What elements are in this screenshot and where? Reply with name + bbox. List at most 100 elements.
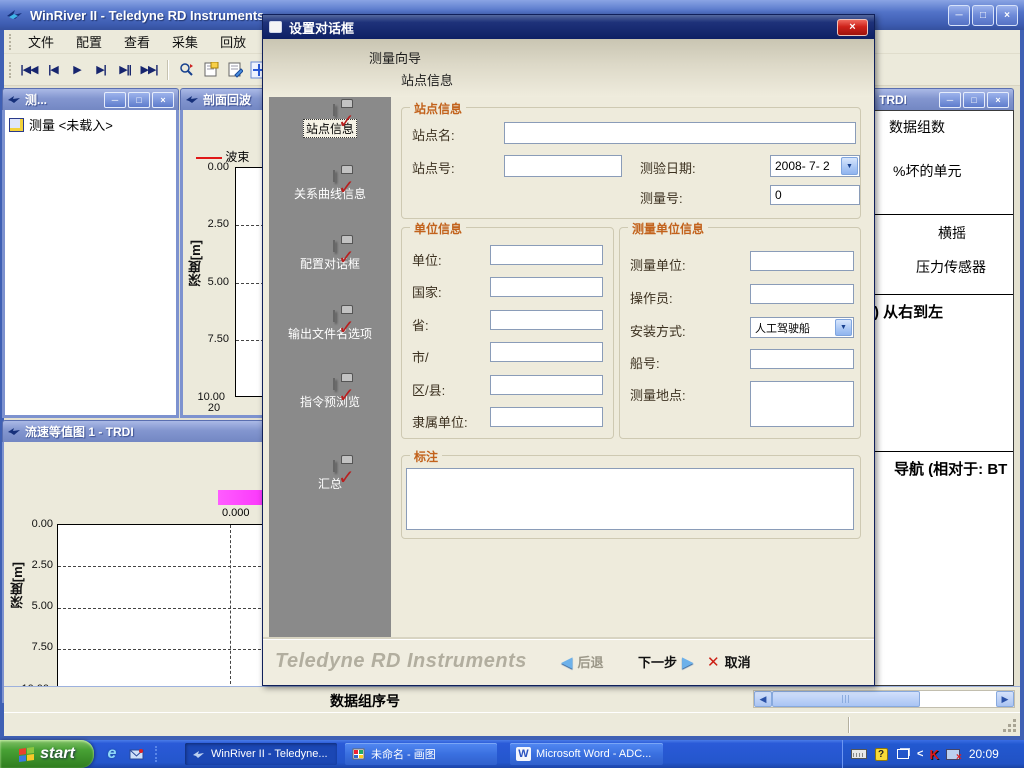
menu-playback[interactable]: 回放 <box>209 30 257 53</box>
survey-date-label: 测验日期: <box>640 158 696 177</box>
menu-file[interactable]: 文件 <box>17 30 65 53</box>
winriver-app-icon <box>6 8 24 22</box>
start-button[interactable]: start <box>0 740 94 768</box>
dialog-titlebar[interactable]: 设置对话框 × <box>263 15 874 39</box>
site-number-input[interactable] <box>504 155 622 177</box>
group-title: 测量单位信息 <box>628 220 708 237</box>
winriver-icon <box>191 747 206 761</box>
email-quicklaunch-icon[interactable] <box>126 744 146 764</box>
clock: 20:09 <box>969 747 999 761</box>
step-back-button[interactable]: |◀ <box>41 58 65 82</box>
kaspersky-icon[interactable]: K <box>929 747 938 762</box>
province-input[interactable] <box>490 310 603 330</box>
city-input[interactable] <box>490 342 603 362</box>
play-to-end-button[interactable]: ▶|| <box>113 58 137 82</box>
affiliation-input[interactable] <box>490 407 603 427</box>
measurement-window-title: 测... <box>25 91 102 108</box>
horizontal-scrollbar[interactable]: ◀ ▶ <box>753 690 1015 708</box>
next-button[interactable]: 下一步 ▶ <box>638 652 694 671</box>
operator-input[interactable] <box>750 284 854 304</box>
measurement-window-titlebar[interactable]: 测... ─ □ × <box>2 88 179 110</box>
gridline <box>230 525 231 689</box>
step-site-info[interactable]: ✓ 站点信息 <box>269 99 391 138</box>
wizard-header: 测量向导 站点信息 <box>263 39 874 97</box>
location-textarea[interactable] <box>750 381 854 427</box>
trdi-window-title: TRDI <box>879 93 907 107</box>
menu-view[interactable]: 查看 <box>113 30 161 53</box>
last-ensemble-button[interactable]: ▶▶| <box>137 58 161 82</box>
network-offline-icon[interactable]: × <box>945 747 961 761</box>
mount-type-combo[interactable]: 人工驾驶船 ▼ <box>750 317 854 338</box>
close-icon[interactable]: × <box>837 19 868 36</box>
next-arrow-icon: ▶ <box>682 653 694 671</box>
play-button[interactable]: ▶ <box>65 58 89 82</box>
step-summary[interactable]: ✓ 汇总 <box>269 455 391 493</box>
dropdown-icon[interactable]: ▼ <box>835 319 852 336</box>
site-name-label: 站点名: <box>412 125 455 144</box>
scroll-right-icon[interactable]: ▶ <box>996 691 1014 707</box>
close-icon[interactable]: × <box>996 5 1018 26</box>
close-icon[interactable]: × <box>152 92 174 108</box>
step-forward-button[interactable]: ▶| <box>89 58 113 82</box>
maximize-icon[interactable]: □ <box>972 5 994 26</box>
district-input[interactable] <box>490 375 603 395</box>
back-button[interactable]: ◀ 后退 <box>561 652 604 671</box>
scrollbar-thumb[interactable] <box>772 691 920 707</box>
step-output-filename[interactable]: ✓ 输出文件名选项 <box>269 305 391 343</box>
measurement-number-input[interactable] <box>770 185 860 205</box>
y-tick: 7.50 <box>19 641 53 653</box>
y-tick: 5.00 <box>195 276 229 288</box>
maximize-icon[interactable]: □ <box>128 92 150 108</box>
dropdown-icon[interactable]: ▼ <box>841 157 858 175</box>
minimize-icon[interactable]: ─ <box>939 92 961 108</box>
task-label: 未命名 - 画图 <box>371 746 436 762</box>
zoom-tool-icon[interactable] <box>175 58 199 82</box>
collapse-tray-icon[interactable]: < <box>917 748 923 760</box>
resize-grip[interactable] <box>1013 729 1016 732</box>
minimize-icon[interactable]: ─ <box>104 92 126 108</box>
settings-dialog: 设置对话框 × 测量向导 站点信息 ✓ 站点信息 ✓ 关系曲线信息 ✓ 配置对话… <box>262 14 875 686</box>
properties-icon[interactable] <box>199 58 223 82</box>
step-label: 关系曲线信息 <box>294 185 366 202</box>
status-divider <box>848 717 850 733</box>
step-command-preview[interactable]: ✓ 指令预浏览 <box>269 373 391 411</box>
survey-date-combo[interactable]: 2008- 7- 2 ▼ <box>770 155 860 177</box>
task-word[interactable]: W Microsoft Word - ADC... <box>510 743 663 765</box>
keyboard-icon[interactable] <box>851 747 867 761</box>
measurement-unit-input[interactable] <box>750 251 854 271</box>
scroll-left-icon[interactable]: ◀ <box>754 691 772 707</box>
back-label: 后退 <box>578 652 604 671</box>
country-input[interactable] <box>490 277 603 297</box>
wizard-step-sidebar: ✓ 站点信息 ✓ 关系曲线信息 ✓ 配置对话框 ✓ 输出文件名选项 ✓ 指令预浏… <box>269 97 391 641</box>
task-paint[interactable]: 未命名 - 画图 <box>345 743 497 765</box>
menu-acquire[interactable]: 采集 <box>161 30 209 53</box>
cancel-button[interactable]: ✕ 取消 <box>707 652 751 671</box>
edit-config-icon[interactable] <box>223 58 247 82</box>
first-ensemble-button[interactable]: |◀◀ <box>17 58 41 82</box>
ie-quicklaunch-icon[interactable]: e <box>102 744 122 764</box>
boat-number-input[interactable] <box>750 349 854 369</box>
help-tray-icon[interactable]: ? <box>873 747 889 761</box>
site-name-input[interactable] <box>504 122 856 144</box>
measurement-node-label[interactable]: 测量 <未载入> <box>29 115 113 134</box>
menu-configure[interactable]: 配置 <box>65 30 113 53</box>
maximize-icon[interactable]: □ <box>963 92 985 108</box>
task-winriver[interactable]: WinRiver II - Teledyne... <box>185 743 337 765</box>
display-settings-icon[interactable] <box>895 747 911 761</box>
step-rating-curve[interactable]: ✓ 关系曲线信息 <box>269 165 391 203</box>
paint-icon <box>351 747 366 761</box>
colorbar-min-label: 0.000 <box>222 507 250 519</box>
taskbar: start e WinRiver II - Teledyne... 未命名 - … <box>0 740 1024 768</box>
close-icon[interactable]: × <box>987 92 1009 108</box>
survey-date-value: 2008- 7- 2 <box>775 159 830 173</box>
site-info-group: 站点信息 站点名: 站点号: 测验日期: 2008- 7- 2 ▼ 测量号: <box>401 107 861 219</box>
y-tick: 2.50 <box>195 218 229 230</box>
province-label: 省: <box>412 315 429 334</box>
step-configuration[interactable]: ✓ 配置对话框 <box>269 235 391 273</box>
agency-input[interactable] <box>490 245 603 265</box>
scroll-track[interactable] <box>920 691 996 707</box>
minimize-icon[interactable]: ─ <box>948 5 970 26</box>
menubar-grip <box>9 34 12 50</box>
remarks-textarea[interactable] <box>406 468 854 530</box>
trdi-row-navigation: 导航 (相对于: BT <box>894 458 1007 479</box>
